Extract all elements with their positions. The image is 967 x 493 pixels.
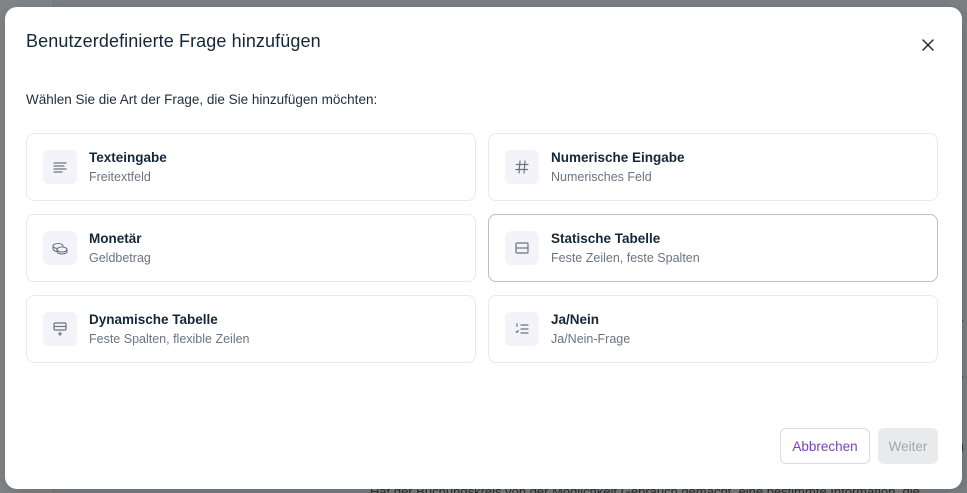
- option-title: Numerische Eingabe: [551, 149, 685, 165]
- close-button[interactable]: [916, 33, 940, 57]
- option-title: Texteingabe: [89, 149, 167, 165]
- option-card-static-table[interactable]: Statische Tabelle Feste Zeilen, feste Sp…: [488, 214, 938, 282]
- option-description: Geldbetrag: [89, 250, 151, 265]
- option-description: Feste Spalten, flexible Zeilen: [89, 331, 250, 346]
- option-card-numeric-input[interactable]: Numerische Eingabe Numerisches Feld: [488, 133, 938, 201]
- question-type-grid: Texteingabe Freitextfeld Numerische Eing…: [26, 133, 938, 363]
- option-card-monetary[interactable]: Monetär Geldbetrag: [26, 214, 476, 282]
- dialog-subtitle: Wählen Sie die Art der Frage, die Sie hi…: [26, 92, 378, 107]
- option-title: Ja/Nein: [551, 311, 600, 327]
- list-check-icon: [505, 312, 539, 346]
- hash-icon: [505, 150, 539, 184]
- option-card-yes-no[interactable]: Ja/Nein Ja/Nein-Frage: [488, 295, 938, 363]
- option-description: Ja/Nein-Frage: [551, 331, 631, 346]
- option-title: Monetär: [89, 230, 142, 246]
- table-add-row-icon: [43, 312, 77, 346]
- text-lines-icon: [43, 150, 77, 184]
- table-rows-icon: [505, 231, 539, 265]
- option-title: Dynamische Tabelle: [89, 311, 218, 327]
- option-description: Feste Zeilen, feste Spalten: [551, 250, 700, 265]
- coins-icon: [43, 231, 77, 265]
- cancel-button[interactable]: Abbrechen: [780, 428, 870, 464]
- option-card-dynamic-table[interactable]: Dynamische Tabelle Feste Spalten, flexib…: [26, 295, 476, 363]
- option-description: Numerisches Feld: [551, 169, 652, 184]
- next-button[interactable]: Weiter: [878, 428, 938, 464]
- option-title: Statische Tabelle: [551, 230, 661, 246]
- close-icon: [922, 39, 934, 51]
- option-card-text-input[interactable]: Texteingabe Freitextfeld: [26, 133, 476, 201]
- add-question-dialog: Benutzerdefinierte Frage hinzufügen Wähl…: [5, 7, 962, 489]
- option-description: Freitextfeld: [89, 169, 151, 184]
- dialog-title: Benutzerdefinierte Frage hinzufügen: [26, 31, 321, 51]
